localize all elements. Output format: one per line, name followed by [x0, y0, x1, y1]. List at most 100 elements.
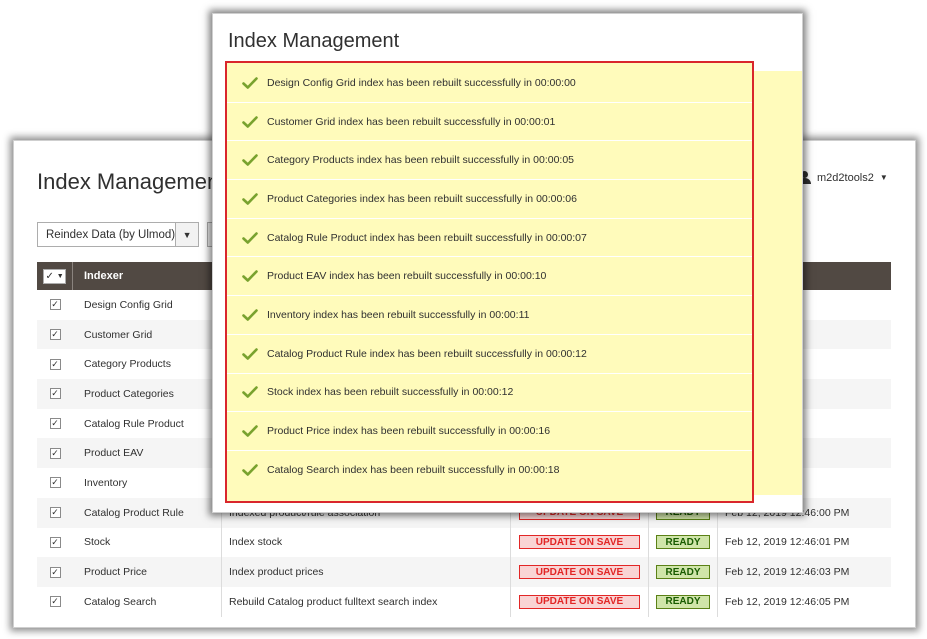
checkmark-icon [242, 115, 258, 128]
indexer-status-cell: READY [648, 527, 717, 558]
checkmark-icon [242, 347, 258, 360]
indexer-name: Product EAV [84, 447, 144, 460]
mode-badge: UPDATE ON SAVE [519, 594, 640, 609]
message-text: Product Categories index has been rebuil… [267, 192, 577, 205]
checkbox-checked-icon: ✓ [51, 507, 59, 518]
row-checkbox-cell: ✓ [37, 447, 73, 459]
status-badge: READY [656, 565, 710, 580]
indexer-name: Inventory [84, 476, 128, 489]
mass-action-selected: Reindex Data (by Ulmod) [46, 228, 176, 241]
checkmark-icon [242, 464, 258, 477]
checkmark-icon [242, 77, 258, 89]
checkbox-checked-icon: ✓ [51, 358, 59, 369]
checkmark-icon [242, 386, 258, 399]
checkbox-checked-icon: ✓ [51, 329, 59, 340]
mass-action-select[interactable]: Reindex Data (by Ulmod) ▼ [37, 222, 199, 247]
success-message: Inventory index has been rebuilt success… [227, 296, 752, 335]
success-message: Catalog Product Rule index has been rebu… [227, 335, 752, 374]
success-message: Customer Grid index has been rebuilt suc… [227, 103, 752, 142]
success-message: Product Categories index has been rebuil… [227, 180, 752, 219]
checkmark-icon [242, 193, 258, 205]
success-messages: Design Config Grid index has been rebuil… [225, 61, 754, 503]
indexer-updated: Feb 12, 2019 12:46:01 PM [717, 527, 891, 558]
checkbox-checked-icon: ✓ [51, 536, 59, 547]
column-header-indexer[interactable]: Indexer [73, 270, 123, 282]
table-row[interactable]: ✓ Catalog Search Rebuild Catalog product… [37, 586, 891, 617]
checkbox-checked-icon: ✓ [45, 270, 54, 282]
indexer-name: Design Config Grid [84, 298, 173, 311]
success-message: Design Config Grid index has been rebuil… [227, 64, 752, 103]
success-message: Product EAV index has been rebuilt succe… [227, 257, 752, 297]
success-message: Catalog Rule Product index has been rebu… [227, 219, 752, 258]
indexer-mode-cell: UPDATE ON SAVE [510, 527, 648, 558]
indexer-name: Catalog Search [84, 595, 157, 608]
row-checkbox[interactable]: ✓ [49, 447, 61, 459]
table-row[interactable]: ✓ Product Price Index product prices UPD… [37, 557, 891, 587]
row-checkbox[interactable]: ✓ [49, 507, 61, 519]
row-checkbox-cell: ✓ [37, 299, 73, 311]
row-checkbox[interactable]: ✓ [49, 329, 61, 341]
row-checkbox-cell: ✓ [37, 507, 73, 519]
message-text: Customer Grid index has been rebuilt suc… [267, 115, 556, 128]
row-checkbox-cell: ✓ [37, 566, 73, 578]
row-checkbox[interactable]: ✓ [49, 418, 61, 430]
row-checkbox[interactable]: ✓ [49, 596, 61, 608]
checkbox-checked-icon: ✓ [51, 447, 59, 458]
checkbox-checked-icon: ✓ [51, 596, 59, 607]
mode-badge: UPDATE ON SAVE [519, 565, 640, 580]
checkmark-icon [242, 154, 258, 167]
message-text: Catalog Search index has been rebuilt su… [267, 464, 560, 477]
page-title: Index Management [37, 169, 226, 194]
row-checkbox[interactable]: ✓ [49, 388, 61, 400]
message-background [753, 71, 802, 495]
admin-username: m2d2tools2 [817, 171, 874, 184]
success-message: Catalog Search index has been rebuilt su… [227, 451, 752, 490]
row-checkbox[interactable]: ✓ [49, 358, 61, 370]
chevron-down-icon: ▼ [879, 173, 888, 182]
status-badge: READY [656, 594, 710, 609]
row-checkbox-cell: ✓ [37, 329, 73, 341]
checkmark-icon [242, 425, 258, 437]
chevron-down-icon[interactable]: ▼ [175, 223, 198, 246]
table-row[interactable]: ✓ Stock Index stock UPDATE ON SAVE READY… [37, 527, 891, 558]
indexer-name: Catalog Product Rule [84, 506, 184, 519]
indexer-name: Stock [84, 536, 111, 549]
checkbox-checked-icon: ✓ [51, 477, 59, 488]
indexer-name: Customer Grid [84, 328, 153, 341]
mass-select[interactable]: ✓ ▼ [37, 262, 73, 290]
row-checkbox-cell: ✓ [37, 477, 73, 489]
popup-title: Index Management [228, 30, 400, 52]
message-text: Inventory index has been rebuilt success… [267, 308, 530, 321]
message-text: Design Config Grid index has been rebuil… [267, 76, 576, 89]
row-checkbox[interactable]: ✓ [49, 536, 61, 548]
indexer-description: Index product prices [221, 557, 510, 587]
message-text: Catalog Rule Product index has been rebu… [267, 231, 587, 244]
row-checkbox[interactable]: ✓ [49, 566, 61, 578]
indexer-description: Rebuild Catalog product fulltext search … [221, 586, 510, 617]
row-checkbox-cell: ✓ [37, 358, 73, 370]
checkbox-checked-icon: ✓ [51, 418, 59, 429]
index-management-popup: Index Management Design Config Grid inde… [212, 13, 803, 513]
message-text: Product Price index has been rebuilt suc… [267, 425, 551, 438]
indexer-description: Index stock [221, 527, 510, 558]
row-checkbox-cell: ✓ [37, 536, 73, 548]
indexer-name: Product Price [84, 566, 148, 579]
mode-badge: UPDATE ON SAVE [519, 535, 640, 550]
success-message: Product Price index has been rebuilt suc… [227, 412, 752, 451]
mass-select-control[interactable]: ✓ ▼ [43, 268, 66, 284]
message-text: Product EAV index has been rebuilt succe… [267, 270, 547, 283]
admin-user-menu[interactable]: m2d2tools2 ▼ [798, 171, 888, 184]
message-text: Category Products index has been rebuilt… [267, 154, 575, 167]
checkbox-checked-icon: ✓ [51, 299, 59, 310]
chevron-down-icon: ▼ [56, 272, 64, 280]
success-message: Category Products index has been rebuilt… [227, 141, 752, 181]
indexer-status-cell: READY [648, 586, 717, 617]
checkmark-icon [242, 270, 258, 283]
row-checkbox-cell: ✓ [37, 596, 73, 608]
indexer-updated: Feb 12, 2019 12:46:05 PM [717, 586, 891, 617]
success-message: Stock index has been rebuilt successfull… [227, 374, 752, 413]
indexer-updated: Feb 12, 2019 12:46:03 PM [717, 557, 891, 587]
row-checkbox[interactable]: ✓ [49, 477, 61, 489]
row-checkbox-cell: ✓ [37, 388, 73, 400]
row-checkbox[interactable]: ✓ [49, 299, 61, 311]
